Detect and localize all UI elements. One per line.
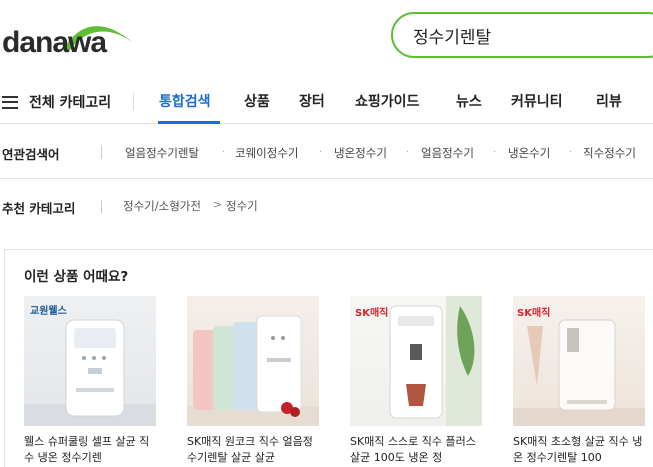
recommended-category-row: 추천 카테고리 정수기/소형가전 > 정수기 xyxy=(0,180,653,232)
tab-community[interactable]: 커뮤니티 xyxy=(511,91,563,111)
product-image[interactable]: SK매직 xyxy=(513,296,645,426)
row-separator xyxy=(101,146,102,159)
recommendation-title: 이런 상품 어때요? xyxy=(24,269,129,285)
product-card[interactable]: SK매직 SK매직 초소형 살균 직수 냉온 정수기렌탈 100 xyxy=(513,296,645,466)
related-keywords-row: 연관검색어 얼음정수기렌탈 · 코웨이정수기 · 냉온정수기 · 얼음정수기 ·… xyxy=(0,125,653,179)
product-image[interactable] xyxy=(187,296,319,426)
tab-integrated-search[interactable]: 통합검색 xyxy=(159,91,211,111)
related-keywords-label: 연관검색어 xyxy=(2,147,60,162)
tab-products[interactable]: 상품 xyxy=(244,91,270,111)
water-purifier-illustration xyxy=(389,296,482,426)
danawa-logo[interactable]: danawa xyxy=(2,18,134,59)
product-name[interactable]: 웰스 슈퍼쿨링 셀프 살균 직수 냉온 정수기렌 xyxy=(24,434,156,466)
category-crumb[interactable]: 정수기 xyxy=(226,198,258,214)
product-card[interactable]: SK매직 SK매직 스스로 직수 플러스 살균 100도 냉온 정 xyxy=(350,296,482,466)
keyword-dot: · xyxy=(319,147,323,158)
keyword-dot: · xyxy=(222,147,226,158)
keyword-dot: · xyxy=(406,147,410,158)
recommended-category-label: 추천 카테고리 xyxy=(2,201,76,216)
product-image[interactable]: 교원웰스 xyxy=(24,296,156,426)
logo-text: danawa xyxy=(2,26,107,59)
crumb-arrow-icon: > xyxy=(213,198,223,211)
tab-shopping-guide[interactable]: 쇼핑가이드 xyxy=(355,91,419,111)
nav-divider xyxy=(133,93,134,110)
related-keyword[interactable]: 냉온정수기 xyxy=(334,145,387,161)
keyword-dot: · xyxy=(569,147,573,158)
related-keyword[interactable]: 직수정수기 xyxy=(583,145,636,161)
header: danawa xyxy=(0,0,653,78)
search-input[interactable] xyxy=(413,23,653,47)
product-name[interactable]: SK매직 원코크 직수 얼음정수기렌탈 살균 살균 xyxy=(187,434,319,466)
related-keyword[interactable]: 얼음정수기 xyxy=(421,145,474,161)
product-card[interactable]: SK매직 원코크 직수 얼음정수기렌탈 살균 살균 xyxy=(187,296,319,466)
related-keyword[interactable]: 얼음정수기렌탈 xyxy=(125,145,199,161)
all-category-label: 전체 카테고리 xyxy=(29,95,112,111)
product-image[interactable]: SK매직 xyxy=(350,296,482,426)
tab-review[interactable]: 리뷰 xyxy=(596,91,622,111)
category-crumb[interactable]: 정수기/소형가전 xyxy=(123,198,201,214)
water-purifier-illustration xyxy=(187,315,319,426)
search-box[interactable] xyxy=(391,12,653,58)
row-separator xyxy=(101,200,102,213)
tab-market[interactable]: 장터 xyxy=(299,91,325,111)
water-purifier-illustration xyxy=(24,319,156,426)
product-name[interactable]: SK매직 스스로 직수 플러스 살균 100도 냉온 정 xyxy=(350,434,482,466)
recommendation-panel: 이런 상품 어때요? 교원웰스 웰스 슈퍼쿨링 셀프 살균 직수 냉온 정수기렌 xyxy=(4,249,653,467)
product-name[interactable]: SK매직 초소형 살균 직수 냉온 정수기렌탈 100 xyxy=(513,434,645,466)
hamburger-icon xyxy=(2,95,18,109)
water-purifier-illustration xyxy=(513,319,645,426)
main-nav: 전체 카테고리 통합검색 상품 장터 쇼핑가이드 뉴스 커뮤니티 리뷰 xyxy=(0,80,653,124)
active-tab-indicator xyxy=(158,121,220,124)
tab-news[interactable]: 뉴스 xyxy=(456,91,482,111)
all-category-button[interactable]: 전체 카테고리 xyxy=(2,91,111,113)
keyword-dot: · xyxy=(493,147,497,158)
related-keyword[interactable]: 냉온수기 xyxy=(508,145,550,161)
product-card[interactable]: 교원웰스 웰스 슈퍼쿨링 셀프 살균 직수 냉온 정수기렌 xyxy=(24,296,156,466)
related-keyword[interactable]: 코웨이정수기 xyxy=(235,145,298,161)
